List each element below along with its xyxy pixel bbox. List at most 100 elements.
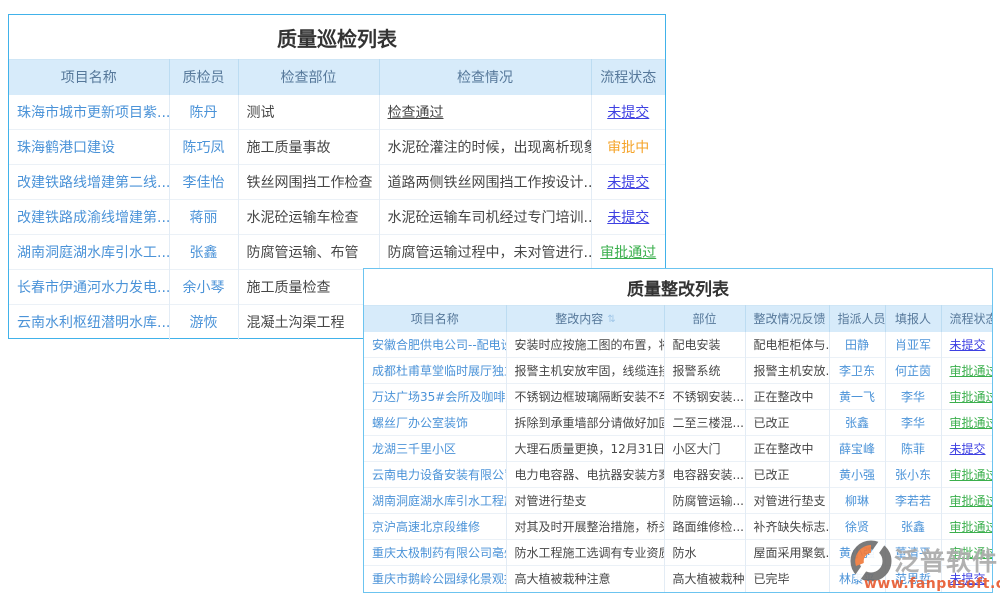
reporter-link[interactable]: 陈菲 — [901, 442, 925, 456]
project-link[interactable]: 珠海市城市更新项目紫... — [17, 105, 169, 121]
cell-content: 对管进行垫支 — [506, 488, 664, 514]
reporter-link[interactable]: 张鑫 — [901, 520, 925, 534]
cell-status: 审批通过 — [941, 514, 992, 540]
status-badge[interactable]: 审批通过 — [950, 468, 993, 482]
cell-feedback: 报警主机安放... — [745, 358, 829, 384]
cell-project: 万达广场35#会所及咖啡厅空... — [364, 384, 506, 410]
rectification-list-title: 质量整改列表 — [364, 269, 992, 305]
status-badge[interactable]: 未提交 — [607, 175, 649, 191]
project-link[interactable]: 云南电力设备安装有限公司20... — [372, 468, 506, 482]
assignee-link[interactable]: 田静 — [845, 338, 869, 352]
cell-content: 大理石质量更换，12月31日之... — [506, 436, 664, 462]
project-link[interactable]: 改建铁路线增建第二线... — [17, 175, 169, 191]
reporter-link[interactable]: 范思哲 — [895, 572, 931, 586]
project-link[interactable]: 湖南洞庭湖水库引水工程施工标 — [372, 494, 506, 508]
status-badge[interactable]: 审批通过 — [950, 416, 993, 430]
col-status: 流程状态 — [591, 60, 665, 95]
cell-project: 改建铁路成渝线增建第... — [9, 200, 169, 235]
reporter-link[interactable]: 肖亚军 — [895, 338, 931, 352]
inspector-link[interactable]: 李佳怡 — [183, 175, 225, 191]
rectification-header-row: 项目名称 整改内容⇅ 部位 整改情况反馈 指派人员 填报人 流程状态 — [364, 306, 992, 332]
status-badge[interactable]: 审批通过 — [950, 364, 993, 378]
table-row: 云南电力设备安装有限公司20... 电力电容器、电抗器安装方案... 电容器安装… — [364, 462, 992, 488]
cell-status: 审批通过 — [941, 488, 992, 514]
assignee-link[interactable]: 张鑫 — [845, 416, 869, 430]
assignee-link[interactable]: 柳琳 — [845, 494, 869, 508]
reporter-link[interactable]: 李华 — [901, 390, 925, 404]
cell-project: 云南电力设备安装有限公司20... — [364, 462, 506, 488]
cell-project: 安徽合肥供电公司--配电设备... — [364, 332, 506, 358]
cell-reporter: 陈菲 — [885, 436, 941, 462]
inspector-link[interactable]: 陈巧凤 — [183, 140, 225, 156]
cell-status: 未提交 — [591, 165, 665, 200]
project-link[interactable]: 安徽合肥供电公司--配电设备... — [372, 338, 506, 352]
reporter-link[interactable]: 李若若 — [895, 494, 931, 508]
col-project-name: 项目名称 — [9, 60, 169, 95]
reporter-link[interactable]: 李华 — [901, 416, 925, 430]
sort-icon[interactable]: ⇅ — [607, 314, 614, 325]
project-link[interactable]: 万达广场35#会所及咖啡厅空... — [372, 390, 506, 404]
cell-part: 防水 — [664, 540, 745, 566]
project-link[interactable]: 京沪高速北京段维修 — [372, 520, 480, 534]
status-badge[interactable]: 未提交 — [607, 105, 649, 121]
cell-content: 电力电容器、电抗器安装方案... — [506, 462, 664, 488]
project-link[interactable]: 珠海鹤港口建设 — [17, 140, 115, 156]
status-badge[interactable]: 未提交 — [950, 338, 986, 352]
assignee-link[interactable]: 黄小强 — [839, 468, 875, 482]
project-link[interactable]: 重庆市鹅岭公园绿化景观提升... — [372, 572, 506, 586]
cell-project: 云南水利枢纽潜明水库... — [9, 305, 169, 340]
page: { "colors": { "panel-border": "#41b2ea",… — [0, 0, 1000, 600]
table-row: 螺丝厂办公室装饰 拆除到承重墙部分请做好加固... 二至三楼混... 已改正 张… — [364, 410, 992, 436]
project-link[interactable]: 改建铁路成渝线增建第... — [17, 210, 169, 226]
col-content[interactable]: 整改内容⇅ — [506, 306, 664, 332]
reporter-link[interactable]: 何芷茵 — [895, 364, 931, 378]
cell-project: 珠海鹤港口建设 — [9, 130, 169, 165]
table-row: 成都杜甫草堂临时展厅独立展... 报警主机安放牢固，线缆连接... 报警系统 报… — [364, 358, 992, 384]
cell-reporter: 范思哲 — [885, 566, 941, 592]
project-link[interactable]: 龙湖三千里小区 — [372, 442, 456, 456]
inspector-link[interactable]: 余小琴 — [183, 280, 225, 296]
cell-reporter: 李若若 — [885, 488, 941, 514]
status-badge[interactable]: 审批通过 — [950, 546, 993, 560]
col-assignee: 指派人员 — [829, 306, 885, 332]
status-badge[interactable]: 审批通过 — [600, 245, 656, 261]
assignee-link[interactable]: 林康平 — [839, 572, 875, 586]
assignee-link[interactable]: 黄小强 — [839, 546, 875, 560]
status-badge[interactable]: 未提交 — [950, 572, 986, 586]
cell-content: 防水工程施工选调有专业资质... — [506, 540, 664, 566]
status-badge[interactable]: 未提交 — [950, 442, 986, 456]
project-link[interactable]: 长春市伊通河水力发电... — [17, 280, 169, 296]
status-badge[interactable]: 审批中 — [607, 140, 649, 156]
cell-assignee: 张鑫 — [829, 410, 885, 436]
table-row: 重庆市鹅岭公园绿化景观提升... 高大植被栽种注意 高大植被栽种 已完毕 林康平… — [364, 566, 992, 592]
project-link[interactable]: 湖南洞庭湖水库引水工... — [17, 245, 169, 261]
cell-assignee: 李卫东 — [829, 358, 885, 384]
cell-status: 审批通过 — [941, 462, 992, 488]
status-badge[interactable]: 审批通过 — [950, 494, 993, 508]
status-badge[interactable]: 审批通过 — [950, 520, 993, 534]
cell-content: 安装时应按施工图的布置，将... — [506, 332, 664, 358]
col-situation: 检查情况 — [379, 60, 591, 95]
status-badge[interactable]: 未提交 — [607, 210, 649, 226]
reporter-link[interactable]: 董清平 — [895, 546, 931, 560]
project-link[interactable]: 成都杜甫草堂临时展厅独立展... — [372, 364, 506, 378]
cell-project: 成都杜甫草堂临时展厅独立展... — [364, 358, 506, 384]
assignee-link[interactable]: 徐贤 — [845, 520, 869, 534]
inspector-link[interactable]: 张鑫 — [190, 245, 218, 261]
status-badge[interactable]: 审批通过 — [950, 390, 993, 404]
cell-assignee: 柳琳 — [829, 488, 885, 514]
reporter-link[interactable]: 张小东 — [895, 468, 931, 482]
project-link[interactable]: 螺丝厂办公室装饰 — [372, 416, 468, 430]
project-link[interactable]: 重庆太极制药有限公司亳州中... — [372, 546, 506, 560]
inspector-link[interactable]: 蒋丽 — [190, 210, 218, 226]
cell-location: 施工质量事故 — [238, 130, 379, 165]
assignee-link[interactable]: 薛宝峰 — [839, 442, 875, 456]
col-feedback: 整改情况反馈 — [745, 306, 829, 332]
inspector-link[interactable]: 陈丹 — [190, 105, 218, 121]
assignee-link[interactable]: 李卫东 — [839, 364, 875, 378]
table-row: 改建铁路成渝线增建第... 蒋丽 水泥砼运输车检查 水泥砼运输车司机经过专门培训… — [9, 200, 665, 235]
inspector-link[interactable]: 游恢 — [190, 315, 218, 331]
assignee-link[interactable]: 黄一飞 — [839, 390, 875, 404]
cell-assignee: 薛宝峰 — [829, 436, 885, 462]
project-link[interactable]: 云南水利枢纽潜明水库... — [17, 315, 169, 331]
